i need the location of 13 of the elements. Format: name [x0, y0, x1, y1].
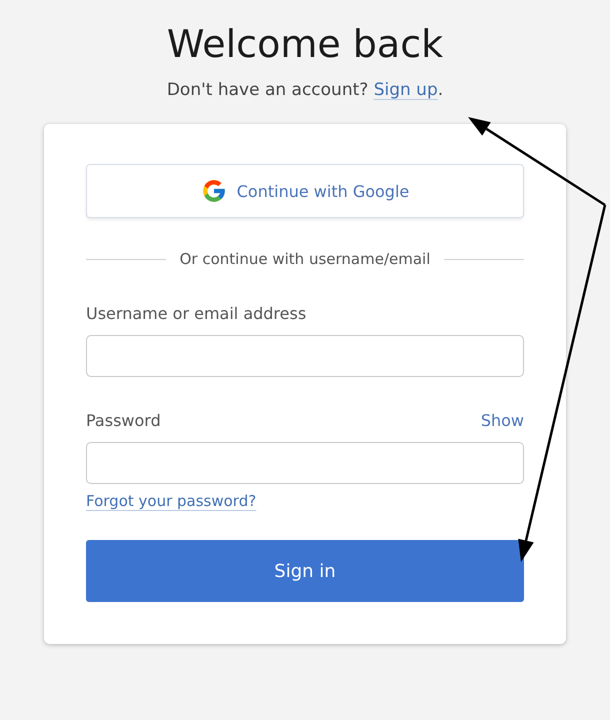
- signup-prompt: Don't have an account? Sign up.: [166, 79, 444, 102]
- sign-in-button[interactable]: Sign in: [86, 540, 524, 602]
- show-link[interactable]: Show: [480, 411, 524, 430]
- signup-link[interactable]: Sign up: [374, 80, 438, 100]
- input-field[interactable]: [86, 442, 524, 484]
- forgot-password-link[interactable]: Forgot your password?: [86, 492, 256, 510]
- google-button[interactable]: Continue with Google: [86, 164, 524, 218]
- field-label: Password: [86, 411, 161, 430]
- field-label: Username or email address: [86, 304, 306, 323]
- divider-text: Or continue with username/email: [180, 250, 430, 268]
- page-title: Welcome back: [166, 21, 444, 68]
- input-field[interactable]: [86, 335, 524, 377]
- google-icon: [200, 178, 227, 204]
